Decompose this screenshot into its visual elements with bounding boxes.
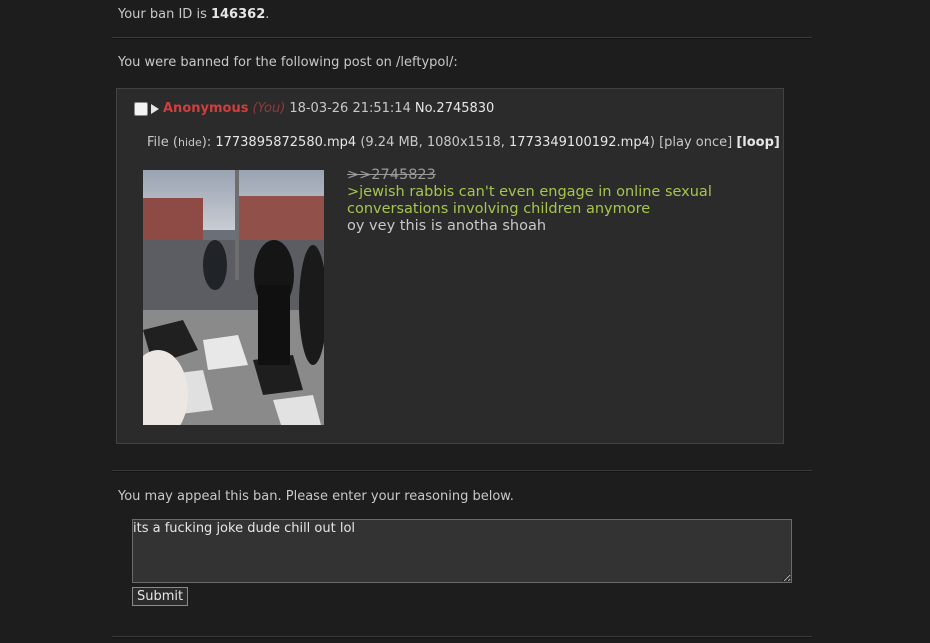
file-label: File bbox=[147, 135, 173, 150]
post-intro: Anonymous (You) 18-03-26 21:51:14 No.274… bbox=[134, 101, 494, 116]
appeal-prompt: You may appeal this ban. Please enter yo… bbox=[118, 489, 514, 504]
triangle-right-icon[interactable] bbox=[151, 103, 159, 114]
hide-paren-close: ): bbox=[201, 135, 216, 150]
file-link[interactable]: 1773895872580.mp4 bbox=[215, 135, 356, 150]
submit-button[interactable]: Submit bbox=[132, 587, 189, 606]
ban-id-prefix: Your ban ID is bbox=[118, 7, 211, 22]
appeal-textarea[interactable]: its a fucking joke dude chill out lol bbox=[132, 519, 792, 583]
post-number-link[interactable]: No.2745830 bbox=[415, 101, 494, 116]
post-text: oy vey this is anotha shoah bbox=[347, 218, 547, 234]
file-meta: (9.24 MB, 1080x1518, bbox=[356, 135, 509, 150]
you-tag: (You) bbox=[252, 101, 286, 116]
greentext-line: >jewish rabbis can't even engage in onli… bbox=[347, 184, 712, 217]
ban-id: 146362 bbox=[210, 7, 266, 22]
banned-for-text: You were banned for the following post o… bbox=[118, 55, 458, 70]
ban-id-suffix: . bbox=[265, 7, 270, 22]
quote-link[interactable]: >>2745823 bbox=[347, 167, 767, 184]
thumbnail-image bbox=[143, 170, 324, 425]
ban-id-line: Your ban ID is 146362. bbox=[118, 7, 269, 22]
original-filename: 1773349100192.mp4 bbox=[509, 135, 650, 150]
divider bbox=[112, 470, 812, 472]
checkbox-icon[interactable] bbox=[134, 101, 148, 116]
ban-page: Your ban ID is 146362. You were banned f… bbox=[0, 0, 930, 643]
banned-post: Anonymous (You) 18-03-26 21:51:14 No.274… bbox=[116, 88, 784, 444]
play-once-link[interactable]: [play once] bbox=[659, 135, 732, 150]
loop-link[interactable]: [loop] bbox=[736, 135, 780, 150]
file-info: File (hide): 1773895872580.mp4 (9.24 MB,… bbox=[147, 135, 780, 150]
divider bbox=[112, 37, 812, 39]
video-thumbnail[interactable] bbox=[143, 170, 324, 425]
post-date: 18-03-26 21:51:14 bbox=[289, 101, 411, 116]
post-body: >>2745823 >jewish rabbis can't even enga… bbox=[347, 167, 767, 235]
divider bbox=[112, 636, 812, 638]
poster-name: Anonymous bbox=[163, 101, 249, 116]
hide-link[interactable]: hide bbox=[178, 136, 202, 149]
file-meta-close: ) bbox=[649, 135, 660, 150]
